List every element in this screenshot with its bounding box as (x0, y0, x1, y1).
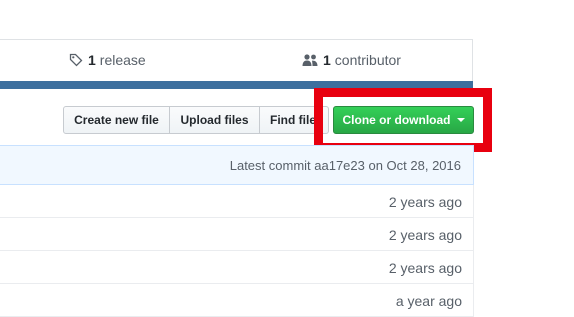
file-age: 2 years ago (388, 260, 462, 276)
table-row[interactable]: 2 years ago (0, 185, 474, 218)
table-row[interactable]: 2 years ago (0, 251, 474, 284)
contributors-label: contributor (334, 52, 401, 68)
file-age: a year ago (395, 293, 462, 309)
people-icon (302, 53, 318, 67)
caret-down-icon (456, 118, 465, 122)
file-age: 2 years ago (388, 194, 462, 210)
clone-button-label: Clone or download (342, 113, 451, 127)
file-age: 2 years ago (388, 227, 462, 243)
tag-icon (69, 53, 83, 67)
create-new-file-button[interactable]: Create new file (63, 106, 170, 134)
language-bar[interactable] (0, 81, 473, 89)
table-row[interactable]: 2 years ago (0, 218, 474, 251)
file-list: 2 years ago 2 years ago 2 years ago a ye… (0, 185, 474, 317)
latest-commit-bar: Latest commit aa17e23 on Oct 28, 2016 (0, 145, 474, 185)
find-file-button[interactable]: Find file (259, 106, 329, 134)
releases-label: release (99, 52, 146, 68)
clone-or-download-button[interactable]: Clone or download (333, 106, 474, 134)
contributors-link[interactable]: 1 contributor (302, 52, 401, 68)
repo-stats-bar: 1 release 1 contributor (0, 39, 473, 81)
releases-count: 1 (88, 52, 96, 68)
latest-commit-text[interactable]: Latest commit aa17e23 on Oct 28, 2016 (230, 158, 461, 173)
contributors-count: 1 (323, 52, 331, 68)
table-row[interactable]: a year ago (0, 284, 474, 317)
releases-link[interactable]: 1 release (69, 52, 146, 68)
upload-files-button[interactable]: Upload files (169, 106, 260, 134)
